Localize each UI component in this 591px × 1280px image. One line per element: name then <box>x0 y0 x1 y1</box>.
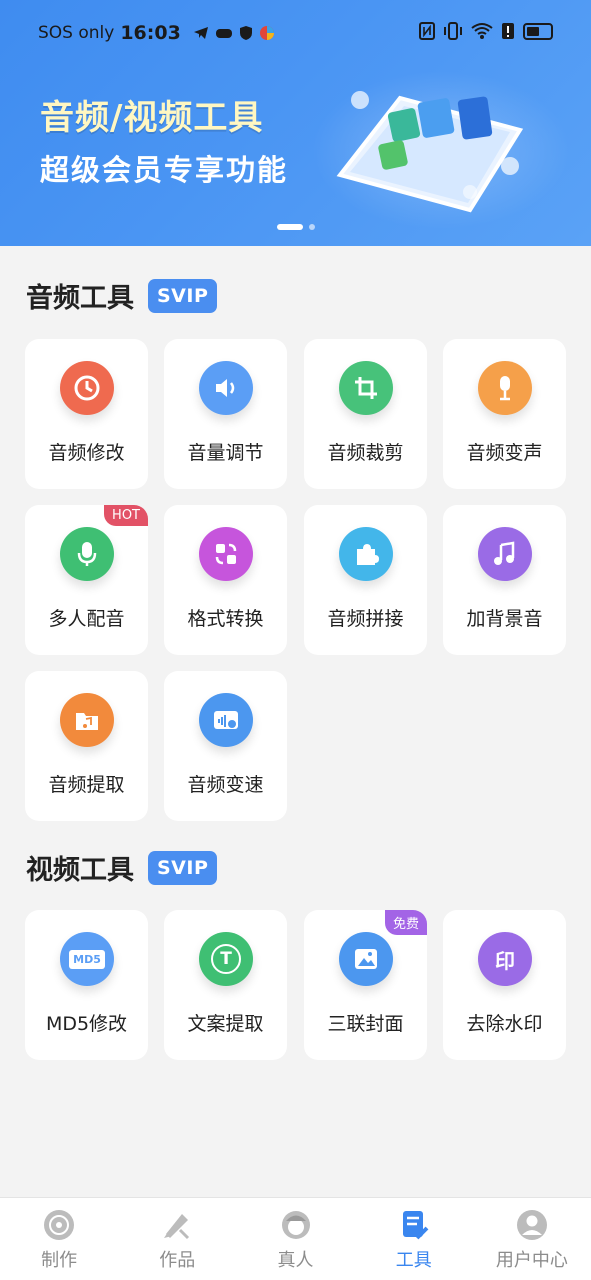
microphone-icon <box>478 361 532 415</box>
tool-label: 音量调节 <box>187 442 264 464</box>
carousel-dot[interactable] <box>309 224 315 230</box>
battery-icon <box>523 22 553 40</box>
tool-card-audio-join[interactable]: 音频拼接 <box>304 505 427 655</box>
tool-card-volume[interactable]: 音量调节 <box>164 339 287 489</box>
status-bar: SOS only 16:03 <box>0 0 591 64</box>
tool-card-md5[interactable]: MD5 MD5修改 <box>25 910 148 1060</box>
tool-card-triple-cover[interactable]: 免费 三联封面 <box>304 910 427 1060</box>
audio-section-header: 音频工具 SVIP <box>26 276 218 315</box>
tool-label: 音频裁剪 <box>327 442 404 464</box>
crop-icon <box>339 361 393 415</box>
banner-title: 音频/视频工具 <box>40 98 264 138</box>
stamp-icon: 印 <box>478 932 532 986</box>
tool-label: 音频修改 <box>48 442 125 464</box>
tool-label: 音频提取 <box>48 774 125 796</box>
tool-label: 多人配音 <box>48 608 125 630</box>
tool-label: 三联封面 <box>327 1013 404 1035</box>
convert-icon <box>199 527 253 581</box>
banner-subtitle: 超级会员专享功能 <box>40 153 289 187</box>
tool-card-crop[interactable]: 音频裁剪 <box>304 339 427 489</box>
tool-card-voice-change[interactable]: 音频变声 <box>443 339 566 489</box>
tool-card-multi-dub[interactable]: HOT 多人配音 <box>25 505 148 655</box>
tool-label: 文案提取 <box>187 1013 264 1035</box>
audio-edit-icon <box>60 361 114 415</box>
tool-card-text-extract[interactable]: T 文案提取 <box>164 910 287 1060</box>
tool-label: 音频变速 <box>187 774 264 796</box>
tool-card-audio-speed[interactable]: 音频变速 <box>164 671 287 821</box>
phone-illustration-icon <box>336 91 524 213</box>
tool-label: 加背景音 <box>466 608 543 630</box>
folder-music-icon <box>60 693 114 747</box>
disc-icon <box>42 1208 76 1242</box>
section-title: 音频工具 <box>26 283 134 314</box>
tab-real-person[interactable]: 真人 <box>236 1198 354 1280</box>
bottom-tab-bar: 制作 作品 真人 工具 用户中心 <box>0 1197 591 1280</box>
banner[interactable]: SOS only 16:03 音频/视频工具 超级会员专享功能 <box>0 0 591 246</box>
telegram-icon <box>193 27 208 39</box>
clock: 16:03 <box>120 22 181 44</box>
tool-icon <box>397 1208 431 1242</box>
tool-card-remove-watermark[interactable]: 印 去除水印 <box>443 910 566 1060</box>
tool-label: MD5修改 <box>45 1013 128 1035</box>
person-icon <box>279 1208 313 1242</box>
app-icon <box>259 26 274 40</box>
md5-icon: MD5 <box>60 932 114 986</box>
svip-badge: SVIP <box>148 278 218 313</box>
tab-label: 工具 <box>395 1250 432 1271</box>
puzzle-icon <box>339 527 393 581</box>
vibrate-icon <box>444 22 462 40</box>
brush-icon <box>160 1208 194 1242</box>
carrier-text: SOS only <box>38 23 115 43</box>
tool-label: 格式转换 <box>187 608 264 630</box>
tab-make[interactable]: 制作 <box>0 1198 118 1280</box>
user-icon <box>515 1208 549 1242</box>
tab-tools[interactable]: 工具 <box>355 1198 473 1280</box>
tab-works[interactable]: 作品 <box>118 1198 236 1280</box>
speed-icon <box>199 693 253 747</box>
shield-icon <box>239 26 252 40</box>
tab-label: 制作 <box>41 1250 78 1271</box>
tab-label: 真人 <box>277 1250 314 1271</box>
nfc-icon <box>419 22 435 40</box>
tool-label: 去除水印 <box>466 1013 543 1035</box>
hot-badge: HOT <box>104 505 148 526</box>
text-icon: T <box>199 932 253 986</box>
music-note-icon <box>478 527 532 581</box>
video-section-header: 视频工具 SVIP <box>26 848 218 887</box>
tool-label: 音频变声 <box>466 442 543 464</box>
mic-icon <box>60 527 114 581</box>
tool-card-audio-edit[interactable]: 音频修改 <box>25 339 148 489</box>
tab-user-center[interactable]: 用户中心 <box>473 1198 591 1280</box>
tool-card-format-convert[interactable]: 格式转换 <box>164 505 287 655</box>
section-title: 视频工具 <box>26 855 134 886</box>
tab-label: 作品 <box>159 1250 196 1271</box>
image-icon <box>339 932 393 986</box>
free-badge: 免费 <box>384 910 427 935</box>
tool-card-add-bgm[interactable]: 加背景音 <box>443 505 566 655</box>
volume-icon <box>199 361 253 415</box>
tool-label: 音频拼接 <box>327 608 404 630</box>
carousel-dot-active[interactable] <box>277 224 303 230</box>
carousel-indicator[interactable] <box>277 224 315 230</box>
svip-badge: SVIP <box>148 850 218 885</box>
game-icon <box>215 29 232 38</box>
tab-label: 用户中心 <box>495 1250 568 1271</box>
sim-alert-icon <box>502 23 514 39</box>
tool-card-audio-extract[interactable]: 音频提取 <box>25 671 148 821</box>
wifi-icon <box>471 23 493 39</box>
